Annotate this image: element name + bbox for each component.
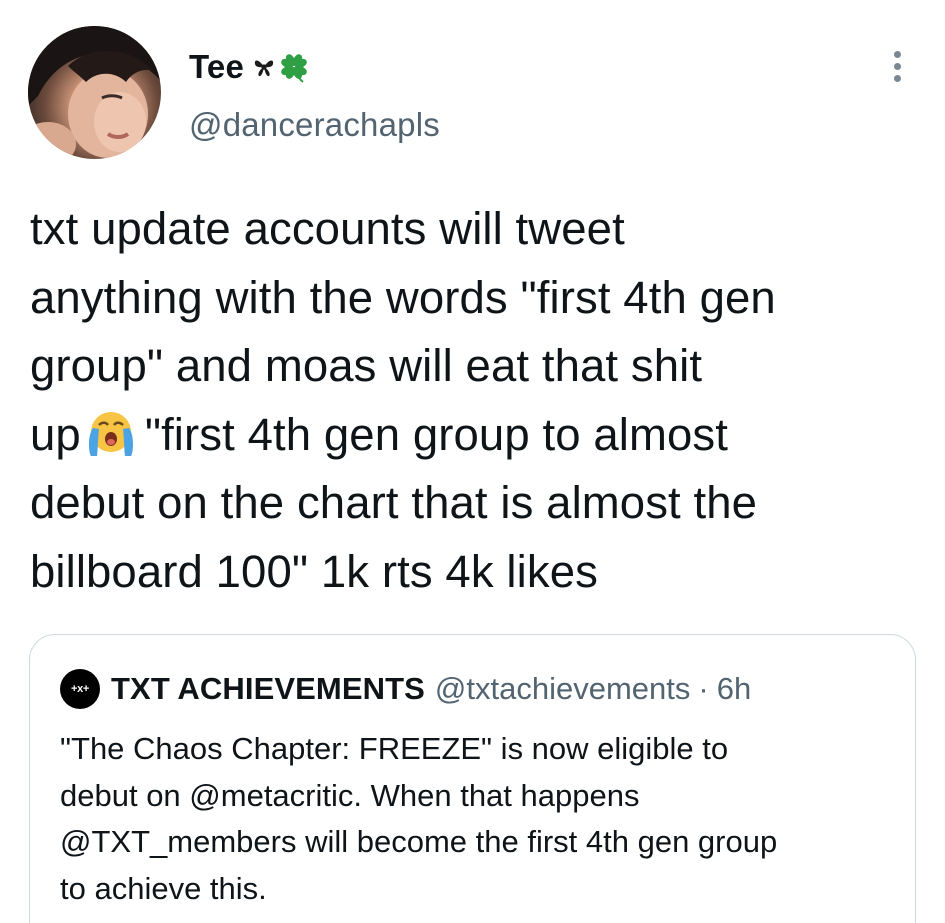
avatar[interactable]	[28, 26, 161, 159]
tweet-text-line: debut on the chart that is almost the	[30, 477, 758, 528]
author-name-row[interactable]: Tee	[189, 44, 311, 90]
tweet-text-line: txt update accounts will tweet	[30, 203, 625, 254]
tweet-text-line: anything with the words "first 4th gen	[30, 271, 776, 323]
quoted-tweet-display-name[interactable]: TXT ACHIEVEMENTS	[111, 671, 425, 707]
loudly-crying-face-icon	[88, 411, 133, 456]
tweet: Tee @dancerachapls txt update accounts w…	[0, 0, 945, 923]
author-handle[interactable]: @dancerachapls	[189, 106, 440, 144]
quoted-tweet-text-line: "The Chaos Chapter: FREEZE" is now eligi…	[60, 731, 729, 766]
more-vertical-icon	[893, 62, 901, 70]
tweet-text: txt update accounts will tweet anything …	[30, 195, 925, 606]
more-vertical-icon	[893, 50, 901, 58]
tweet-text-fragment: "first 4th gen group to almost	[144, 408, 728, 460]
tweet-text-line: group" and moas will eat that shit	[30, 340, 703, 391]
quoted-tweet-text: "The Chaos Chapter: FREEZE" is now eligi…	[60, 726, 900, 912]
quoted-tweet-avatar-logo: +x+	[70, 683, 90, 695]
quoted-tweet-avatar[interactable]: +x+	[60, 669, 100, 709]
bow-icon	[254, 60, 274, 77]
more-options-button[interactable]	[882, 44, 912, 88]
quoted-tweet-text-line: to achieve this.	[60, 870, 267, 906]
author-display-name[interactable]: Tee	[189, 48, 244, 86]
quoted-tweet-text-line: debut on @metacritic. When that happens	[60, 777, 640, 813]
quoted-tweet-handle[interactable]: @txtachievements	[435, 671, 690, 707]
quoted-tweet-card[interactable]: +x+ TXT ACHIEVEMENTS @txtachievements · …	[29, 634, 916, 923]
quoted-tweet-separator: ·	[698, 671, 709, 706]
tweet-text-fragment: up	[30, 408, 81, 460]
quoted-tweet-header: +x+ TXT ACHIEVEMENTS @txtachievements · …	[60, 669, 751, 709]
quoted-tweet-timestamp[interactable]: 6h	[717, 671, 751, 707]
avatar-photo	[28, 26, 161, 159]
tweet-text-line: billboard 100" 1k rts 4k likes	[30, 545, 598, 597]
quoted-tweet-text-line: @TXT_members will become the first 4th g…	[60, 824, 778, 859]
tweet-text-line-with-emoji: up "first 4th gen group to almost	[30, 401, 925, 470]
more-vertical-icon	[893, 74, 901, 82]
author-name-emojis	[253, 50, 311, 84]
four-leaf-clover-icon	[281, 54, 307, 83]
